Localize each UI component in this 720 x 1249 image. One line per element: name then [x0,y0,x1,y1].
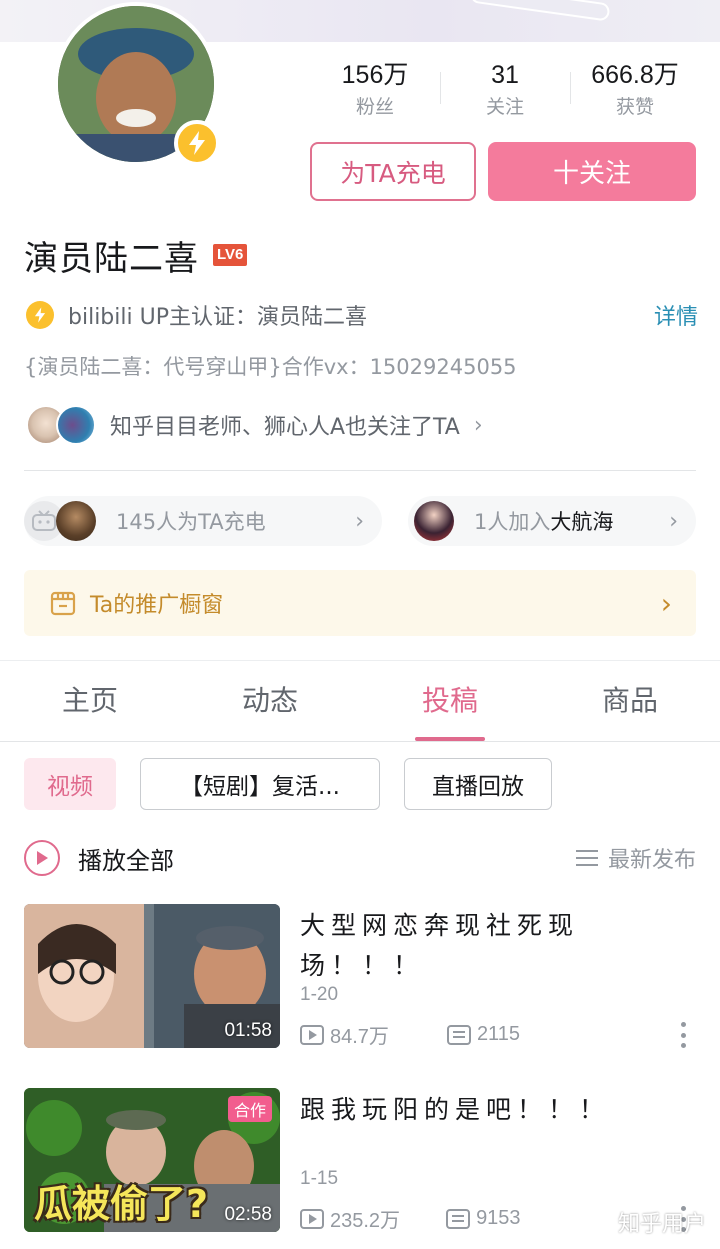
showcase-label: Ta的推广橱窗 [90,593,224,618]
certification-text: bilibili UP主认证：演员陆二喜 [68,305,367,330]
fleet-pill[interactable]: 1人加入大航海 › [408,496,696,546]
filter-live-replay[interactable]: 直播回放 [404,758,552,810]
fleet-name: 大航海 [550,510,614,534]
certification-row: bilibili UP主认证：演员陆二喜 详情 [26,296,698,334]
list-icon [575,850,598,866]
sort-button[interactable]: 最新发布 [575,842,696,874]
level-badge: LV6 [213,244,248,266]
video-duration: 02:58 [224,1204,272,1225]
mutual-follow-row[interactable]: 知乎目目老师、狮心人A也关注了TA › [26,402,483,448]
avatar [56,501,96,541]
list-header: 播放全部 最新发布 [24,836,696,880]
filter-video[interactable]: 视频 [24,758,116,810]
filter-short-drama[interactable]: 【短剧】复活... [140,758,380,810]
list-item[interactable]: 合作 瓜被偷了? 02:58 跟我玩阳的是吧！！！ 1-15 235.2万 91… [24,1088,696,1236]
promotion-showcase[interactable]: Ta的推广橱窗 › [24,570,696,636]
storefront-icon [50,591,76,616]
avatar[interactable] [54,2,220,166]
tab-dynamic[interactable]: 动态 [180,662,360,741]
list-item[interactable]: 01:58 大型网恋奔现社死现场！！！ 1-20 84.7万 2115 [24,904,696,1052]
stat-label: 获赞 [615,96,654,118]
danmaku-icon [446,1024,471,1045]
charge-supporters-pill[interactable]: 145人为TA充电 › [24,496,382,546]
play-count: 84.7万 [330,1026,389,1048]
stat-following[interactable]: 31 关注 [440,58,570,128]
charge-count-text: 145人为TA充电 [116,510,266,534]
stat-value: 666.8万 [591,61,679,89]
name-row: 演员陆二喜 LV6 [24,232,248,279]
danmaku-icon [446,1208,471,1229]
stat-value: 31 [491,61,519,89]
video-thumbnail[interactable]: 合作 瓜被偷了? 02:58 [24,1088,280,1232]
stat-fans[interactable]: 156万 粉丝 [310,58,440,128]
thumbnail-caption: 瓜被偷了? [34,1182,209,1226]
video-meta: 84.7万 2115 [300,1020,520,1049]
danmaku-count: 2115 [476,1023,520,1045]
divider [24,470,696,471]
follow-button[interactable]: 十关注 [488,142,696,201]
tab-home[interactable]: 主页 [0,662,180,741]
fleet-text: 1人加入大航海 [474,506,613,536]
play-count-icon [300,1208,324,1229]
user-name: 演员陆二喜 [24,238,199,279]
chevron-right-icon: › [660,586,672,620]
bio-text: {演员陆二喜：代号穿山甲}合作vx：15029245055 [24,355,517,379]
lightning-icon [26,301,54,329]
detail-link[interactable]: 详情 [654,299,698,331]
chevron-right-icon: › [669,508,678,534]
avatar [56,405,96,445]
video-duration: 01:58 [224,1020,272,1041]
danmaku-count: 9153 [476,1207,521,1229]
video-title: 大型网恋奔现社死现场！！！ [300,911,580,980]
video-thumbnail[interactable]: 01:58 [24,904,280,1048]
stat-label: 关注 [485,96,524,118]
tab-goods[interactable]: 商品 [540,662,720,741]
play-count-icon [300,1024,324,1045]
avatar [414,501,454,541]
fleet-prefix: 1人加入 [474,510,551,534]
more-options-icon[interactable] [680,1022,686,1048]
chevron-right-icon: › [473,412,483,438]
chevron-right-icon: › [355,508,364,534]
play-icon[interactable] [24,840,60,876]
profile-stats: 156万 粉丝 31 关注 666.8万 获赞 [310,58,700,128]
tab-uploads[interactable]: 投稿 [360,662,540,741]
sort-label: 最新发布 [607,848,696,873]
charge-button[interactable]: 为TA充电 [310,142,476,201]
watermark: 知乎用户 [617,1212,706,1237]
play-count: 235.2万 [330,1210,401,1232]
video-date: 1-20 [300,984,339,1005]
profile-tabs: 主页 动态 投稿 商品 [0,662,720,742]
video-title: 跟我玩阳的是吧！！！ [300,1095,611,1124]
verified-lightning-icon [174,120,220,166]
video-date: 1-15 [300,1168,339,1189]
play-all-button[interactable]: 播放全部 [78,841,174,876]
stat-value: 156万 [341,61,409,89]
collab-badge: 合作 [227,1096,272,1122]
banner-decoration [469,0,611,22]
mutual-follow-text: 知乎目目老师、狮心人A也关注了TA [110,415,460,440]
video-meta: 235.2万 9153 [300,1204,521,1233]
stat-label: 粉丝 [355,96,394,118]
divider [0,660,720,661]
stat-likes[interactable]: 666.8万 获赞 [570,58,700,128]
